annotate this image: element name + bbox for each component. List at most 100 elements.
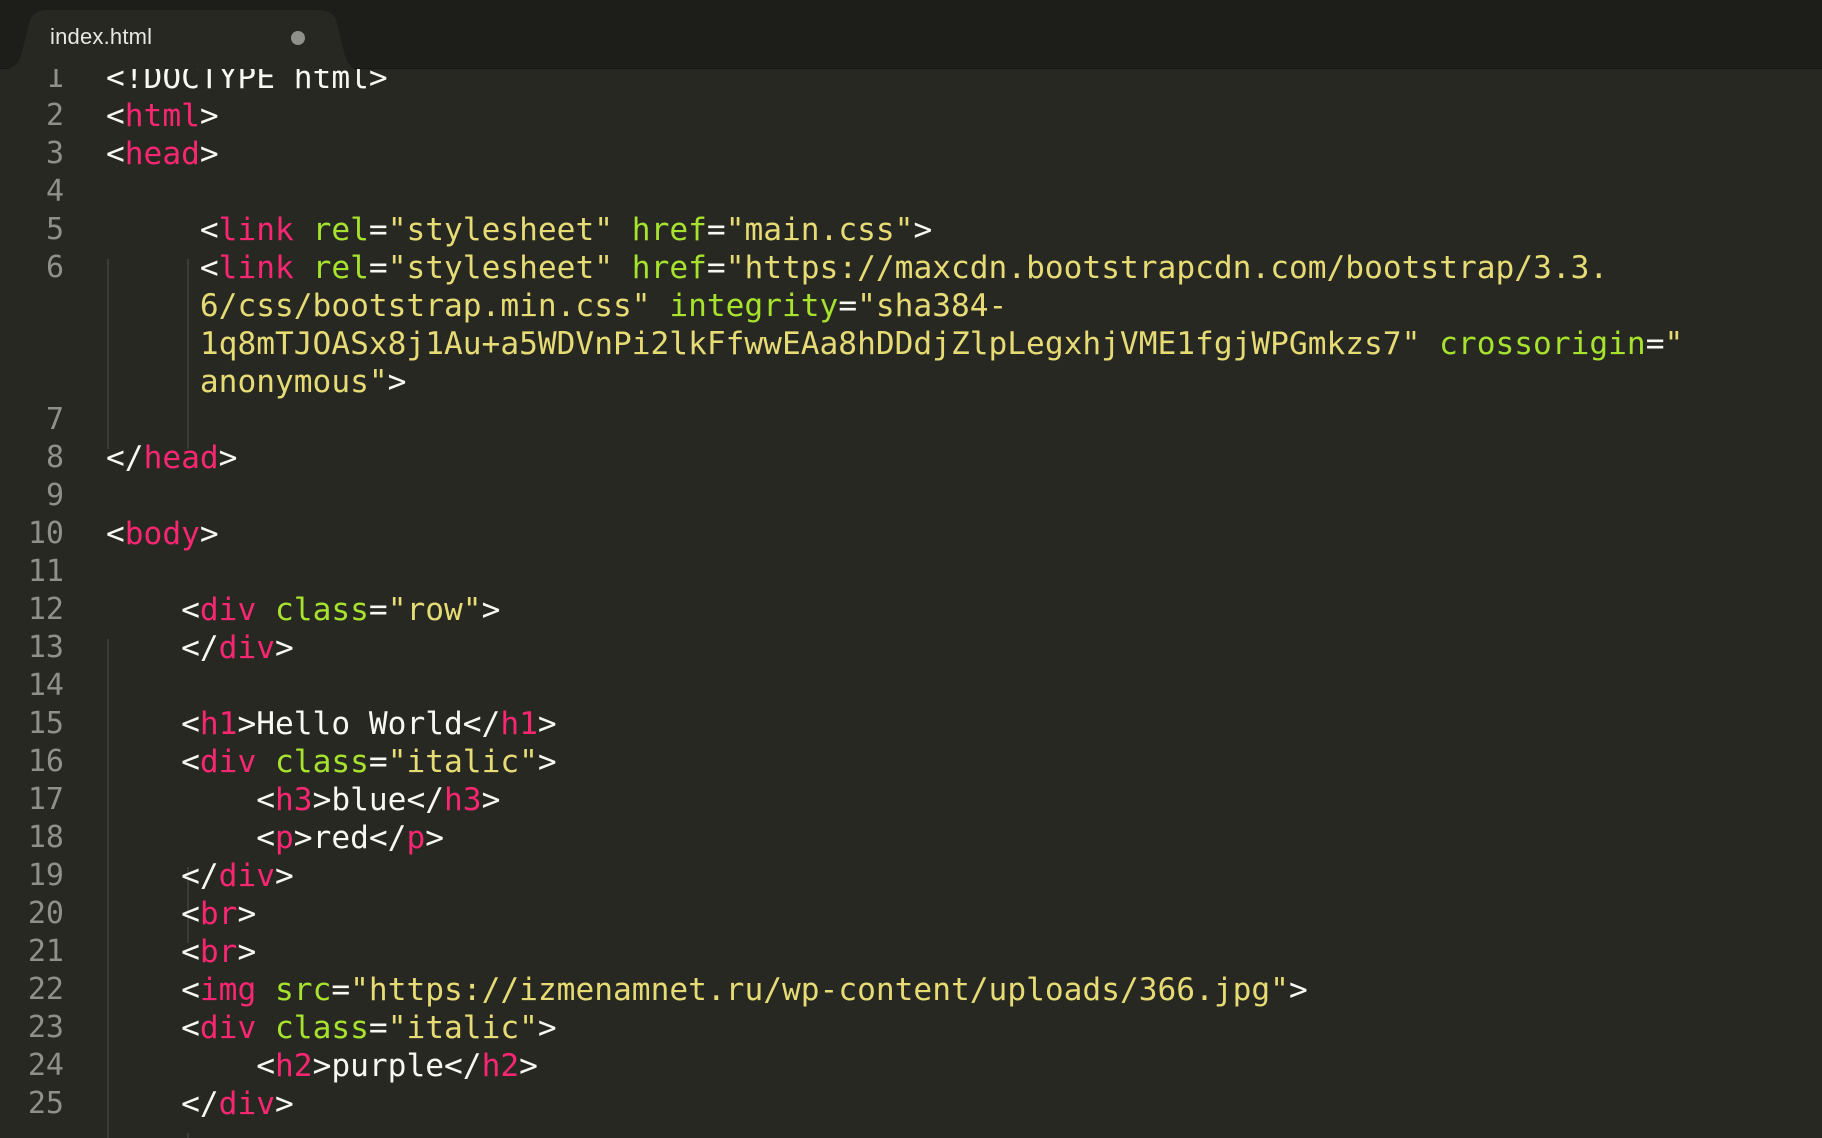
text-token: < — [181, 592, 200, 628]
tag-token: div — [218, 1086, 276, 1122]
string-token: "italic" — [387, 1010, 538, 1046]
line-number: 7 — [45, 402, 64, 437]
text-token: = — [1645, 326, 1665, 362]
code-editor[interactable]: 1 <!DOCTYPE html> 2 <html> 3 <head> 4 5 <link r… — [0, 69, 1822, 1138]
text-token: >purple</ — [312, 1048, 482, 1084]
string-token: "https://maxcdn.bootstrapcdn.com/bootstr… — [725, 250, 1609, 286]
tag-token: html — [124, 98, 200, 134]
code-line[interactable]: 10 <body> — [0, 515, 1822, 553]
line-code: <body> — [106, 515, 219, 553]
code-line[interactable]: 8 </head> — [0, 439, 1822, 477]
code-line[interactable]: 13 </div> — [0, 629, 1822, 667]
unsaved-dot-icon[interactable] — [291, 31, 305, 45]
code-line[interactable]: 6 <link rel="stylesheet" href="https://m… — [0, 249, 1822, 287]
string-token: "main.css" — [725, 212, 914, 248]
line-number: 6 — [45, 250, 64, 285]
text-token: > — [537, 744, 557, 780]
line-code: <br> — [106, 895, 256, 933]
code-line[interactable]: 9 — [0, 477, 1822, 515]
text-token: >blue</ — [312, 782, 444, 818]
line-code: <link rel="stylesheet" href="main.css"> — [106, 211, 932, 249]
text-token: = — [368, 744, 388, 780]
text-token: = — [706, 212, 726, 248]
code-line[interactable]: 15 <h1>Hello World</h1> — [0, 705, 1822, 743]
code-line[interactable]: 25 </div> — [0, 1085, 1822, 1123]
attribute-token: href — [631, 250, 707, 286]
line-number: 24 — [27, 1048, 64, 1083]
code-line[interactable]: 12 <div class="row"> — [0, 591, 1822, 629]
code-line[interactable]: anonymous"> — [0, 363, 1822, 401]
text-token: </ — [181, 858, 219, 894]
code-line[interactable]: 24 <h2>purple</h2> — [0, 1047, 1822, 1085]
code-line[interactable]: 19 </div> — [0, 857, 1822, 895]
tab-title[interactable]: index.html — [50, 24, 152, 50]
code-line[interactable]: 22 <img src="https://izmenamnet.ru/wp-co… — [0, 971, 1822, 1009]
line-code: </div> — [106, 629, 294, 667]
line-number: 18 — [27, 820, 64, 855]
code-line[interactable]: 11 — [0, 553, 1822, 591]
text-token: < — [106, 516, 125, 552]
line-number: 5 — [45, 212, 64, 247]
text-token: </ — [181, 630, 219, 666]
text-token: > — [481, 782, 501, 818]
code-line[interactable]: 6/css/bootstrap.min.css" integrity="sha3… — [0, 287, 1822, 325]
text-token: < — [256, 820, 275, 856]
line-code: <img src="https://izmenamnet.ru/wp-conte… — [106, 971, 1308, 1009]
code-line[interactable]: 1 <!DOCTYPE html> — [0, 69, 1822, 97]
text-token: > — [275, 1086, 294, 1122]
line-number: 22 — [27, 972, 64, 1007]
code-line[interactable]: 1q8mTJOASx8j1Au+a5WDVnPi2lkFfwwEAa8hDDdj… — [0, 325, 1822, 363]
code-line[interactable]: 23 <div class="italic"> — [0, 1009, 1822, 1047]
string-token: " — [1664, 326, 1684, 362]
line-code: <div class="row"> — [106, 591, 500, 629]
string-token: "https://izmenamnet.ru/wp-content/upload… — [350, 972, 1289, 1008]
text-token: < — [199, 212, 219, 248]
text-token: > — [481, 592, 501, 628]
code-line[interactable]: 17 <h3>blue</h3> — [0, 781, 1822, 819]
line-code: 1q8mTJOASx8j1Au+a5WDVnPi2lkFfwwEAa8hDDdj… — [106, 325, 1683, 363]
text-token: > — [199, 136, 219, 172]
tag-token: link — [218, 212, 294, 248]
code-line[interactable]: 4 — [0, 173, 1822, 211]
text-token: > — [199, 98, 219, 134]
line-code: </head> — [106, 439, 237, 477]
code-line[interactable]: 2 <html> — [0, 97, 1822, 135]
code-line[interactable]: 7 — [0, 401, 1822, 439]
code-line[interactable]: 20 <br> — [0, 895, 1822, 933]
line-code: <div class="italic"> — [106, 1009, 557, 1047]
code-line[interactable]: 16 <div class="italic"> — [0, 743, 1822, 781]
tag-token: head — [143, 440, 219, 476]
text-token: > — [237, 896, 257, 932]
line-number: 25 — [27, 1086, 64, 1121]
line-number: 3 — [45, 136, 64, 171]
code-line[interactable]: 14 — [0, 667, 1822, 705]
text-token: < — [181, 972, 200, 1008]
line-number: 9 — [45, 478, 64, 513]
line-number: 8 — [45, 440, 64, 475]
line-code: <html> — [106, 97, 219, 135]
line-number: 4 — [45, 174, 64, 209]
tag-token: h1 — [199, 706, 238, 742]
code-line[interactable]: 3 <head> — [0, 135, 1822, 173]
text-token: < — [106, 136, 125, 172]
attribute-token: class — [275, 592, 369, 628]
code-line[interactable]: 18 <p>red</p> — [0, 819, 1822, 857]
code-line[interactable]: 5 <link rel="stylesheet" href="main.css"… — [0, 211, 1822, 249]
text-token: < — [181, 706, 200, 742]
tag-token: div — [199, 592, 257, 628]
code-line[interactable]: 21 <br> — [0, 933, 1822, 971]
line-number: 13 — [27, 630, 64, 665]
text-token: < — [181, 934, 200, 970]
line-number: 14 — [27, 668, 64, 703]
line-number: 2 — [45, 98, 64, 133]
tab-bar: index.html — [0, 0, 1822, 70]
tag-token: div — [199, 1010, 257, 1046]
tag-token: head — [124, 136, 200, 172]
line-code: <h1>Hello World</h1> — [106, 705, 557, 743]
text-token: > — [537, 1010, 557, 1046]
text-token: > — [913, 212, 933, 248]
